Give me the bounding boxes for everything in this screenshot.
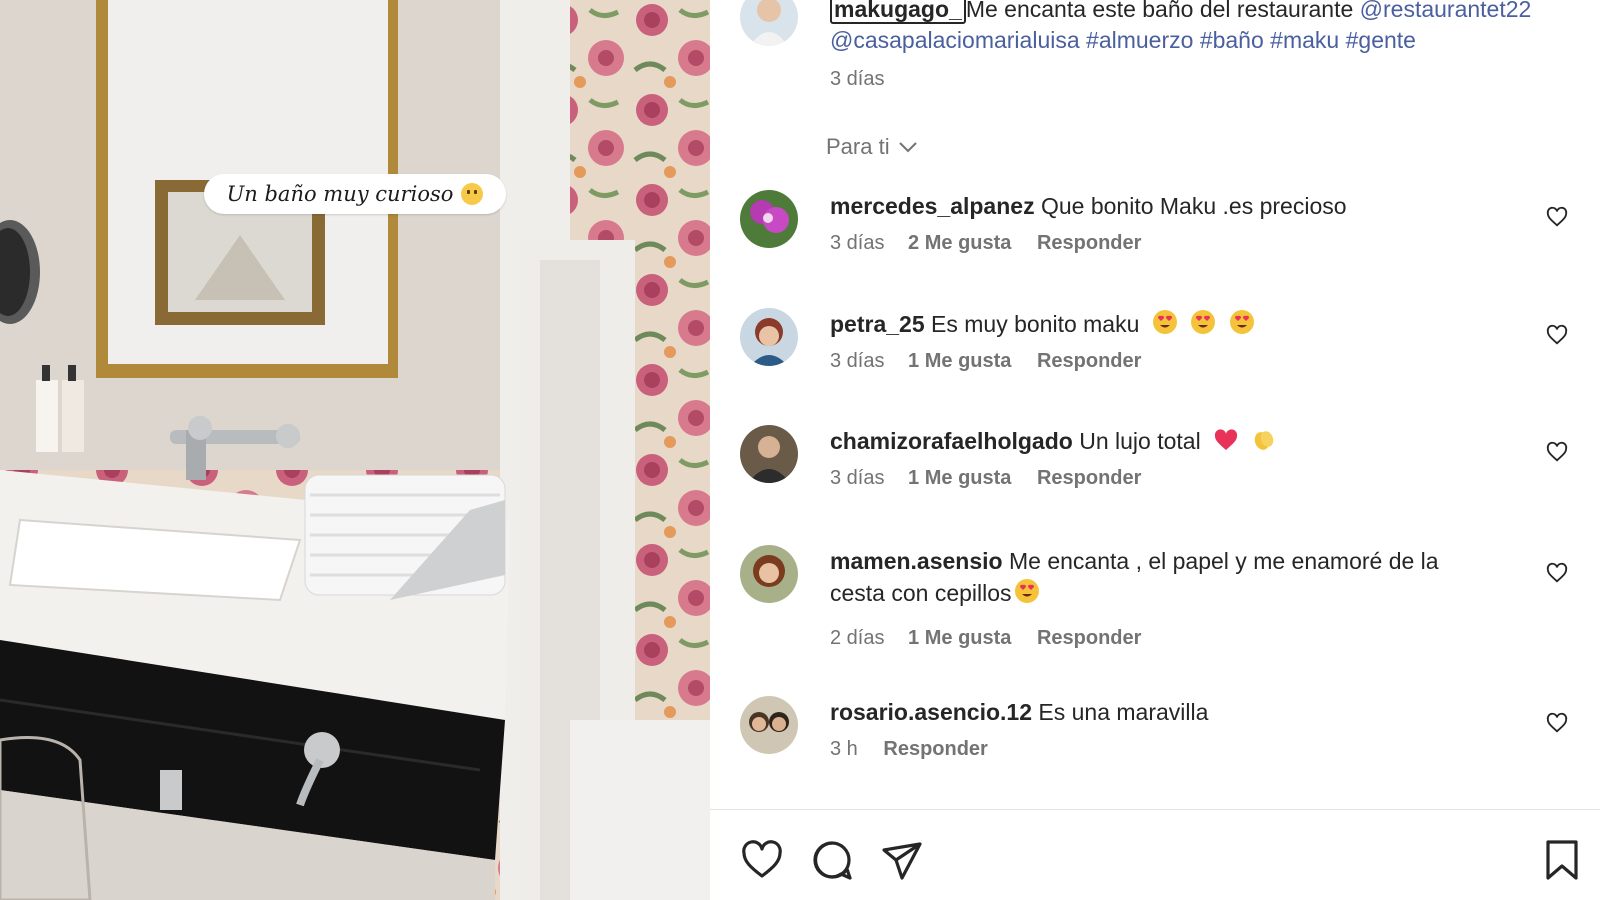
reply-button[interactable]: Responder: [1037, 627, 1141, 649]
comment-text: Me encanta , el papel y me enamoré de la: [1008, 548, 1439, 574]
reply-button[interactable]: Responder: [883, 738, 987, 760]
post-text: Me encanta este baño del restaurante: [965, 0, 1354, 22]
comment-username[interactable]: chamizorafaelholgado: [830, 428, 1073, 454]
avatar-image: [740, 190, 798, 248]
comment-text: Es una maravilla: [1038, 699, 1209, 725]
hashtag-link[interactable]: #gente: [1346, 27, 1416, 53]
hashtag-link[interactable]: #baño: [1200, 27, 1264, 53]
avatar-image: [740, 0, 798, 46]
sort-label: Para ti: [826, 134, 890, 159]
comment-username[interactable]: mamen.asensio: [830, 548, 1003, 574]
caption-text: Un baño muy curioso: [226, 182, 454, 206]
comment-username[interactable]: mercedes_alpanez: [830, 193, 1035, 219]
raised-eyebrow-emoji-icon: [461, 183, 484, 205]
commenter-avatar[interactable]: [740, 696, 798, 754]
comment-likes[interactable]: 1 Me gusta: [908, 467, 1011, 489]
comment-meta: 3 días 1 Me gusta Responder: [830, 350, 1141, 373]
post-timestamp: 3 días: [830, 68, 885, 90]
avatar-image: [740, 308, 798, 366]
comment-username[interactable]: rosario.asencio.12: [830, 699, 1032, 725]
avatar-image: [740, 696, 798, 754]
share-icon[interactable]: [880, 838, 924, 882]
comment-text-continued: cesta con cepillos: [830, 580, 1012, 606]
post-author-avatar[interactable]: [740, 0, 798, 46]
hashtag-link[interactable]: #almuerzo: [1086, 27, 1193, 53]
comment-meta: 3 h Responder: [830, 738, 988, 761]
clapping-hands-emoji-icon: [1255, 431, 1274, 450]
comment-text-line: chamizorafaelholgado Un lujo total: [830, 425, 1490, 457]
commenter-avatar[interactable]: [740, 190, 798, 248]
bathroom-photo-illustration: [0, 0, 710, 900]
heart-eyes-emoji-icon: [1191, 310, 1216, 334]
comment-text: Es muy bonito maku: [931, 311, 1140, 337]
comment-time: 3 días: [830, 467, 885, 489]
actions-divider: [710, 809, 1600, 810]
reply-button[interactable]: Responder: [1037, 467, 1141, 489]
comments-panel: makugago_ Me encanta este baño del restau…: [710, 0, 1600, 900]
comment-likes[interactable]: 1 Me gusta: [908, 627, 1011, 649]
comment-meta: 2 días 1 Me gusta Responder: [830, 627, 1141, 650]
comment-text-line: petra_25 Es muy bonito maku: [830, 308, 1490, 340]
mention-link[interactable]: @restaurantet22: [1360, 0, 1532, 22]
comment-text-line: rosario.asencio.12 Es una maravilla: [830, 696, 1490, 728]
comment-time: 3 días: [830, 232, 885, 254]
avatar-image: [740, 545, 798, 603]
post-photo[interactable]: Un baño muy curioso: [0, 0, 710, 900]
commenter-avatar[interactable]: [740, 308, 798, 366]
comment-text: Un lujo total: [1079, 428, 1201, 454]
comment-time: 3 h: [830, 738, 858, 760]
comment-text-block: mamen.asensio Me encanta , el papel y me…: [830, 545, 1490, 609]
comment-meta: 3 días 2 Me gusta Responder: [830, 232, 1141, 255]
like-comment-heart-icon[interactable]: [1546, 562, 1568, 584]
comment-time: 3 días: [830, 350, 885, 372]
bookmark-icon[interactable]: [1540, 838, 1584, 882]
commenter-avatar[interactable]: [740, 545, 798, 603]
comment-time: 2 días: [830, 627, 885, 649]
like-comment-heart-icon[interactable]: [1546, 441, 1568, 463]
heart-eyes-emoji-icon: [1014, 579, 1039, 603]
mention-link[interactable]: @casapalaciomarialuisa: [830, 27, 1080, 53]
chevron-down-icon: [898, 142, 917, 153]
post-caption: makugago_ Me encanta este baño del restau…: [830, 0, 1590, 56]
comment-sort-dropdown[interactable]: Para ti: [826, 134, 918, 160]
red-heart-emoji-icon: [1214, 429, 1238, 450]
hashtag-link[interactable]: #maku: [1270, 27, 1339, 53]
story-caption-sticker: Un baño muy curioso: [204, 174, 506, 214]
reply-button[interactable]: Responder: [1037, 350, 1141, 372]
reply-button[interactable]: Responder: [1037, 232, 1141, 254]
post-author-username[interactable]: makugago_: [830, 0, 966, 24]
avatar-image: [740, 425, 798, 483]
towels: [304, 474, 506, 600]
like-comment-heart-icon[interactable]: [1546, 324, 1568, 346]
comment-likes[interactable]: 2 Me gusta: [908, 232, 1011, 254]
like-comment-heart-icon[interactable]: [1546, 712, 1568, 734]
commenter-avatar[interactable]: [740, 425, 798, 483]
comment-icon[interactable]: [810, 838, 854, 882]
heart-eyes-emoji-icon: [1152, 310, 1177, 334]
comment-username[interactable]: petra_25: [830, 311, 925, 337]
like-comment-heart-icon[interactable]: [1546, 206, 1568, 228]
comment-likes[interactable]: 1 Me gusta: [908, 350, 1011, 372]
comment-text-line: mercedes_alpanez Que bonito Maku .es pre…: [830, 190, 1490, 222]
comment-meta: 3 días 1 Me gusta Responder: [830, 467, 1141, 490]
heart-icon[interactable]: [740, 838, 784, 882]
heart-eyes-emoji-icon: [1229, 310, 1254, 334]
comment-text: Que bonito Maku .es precioso: [1040, 193, 1347, 219]
